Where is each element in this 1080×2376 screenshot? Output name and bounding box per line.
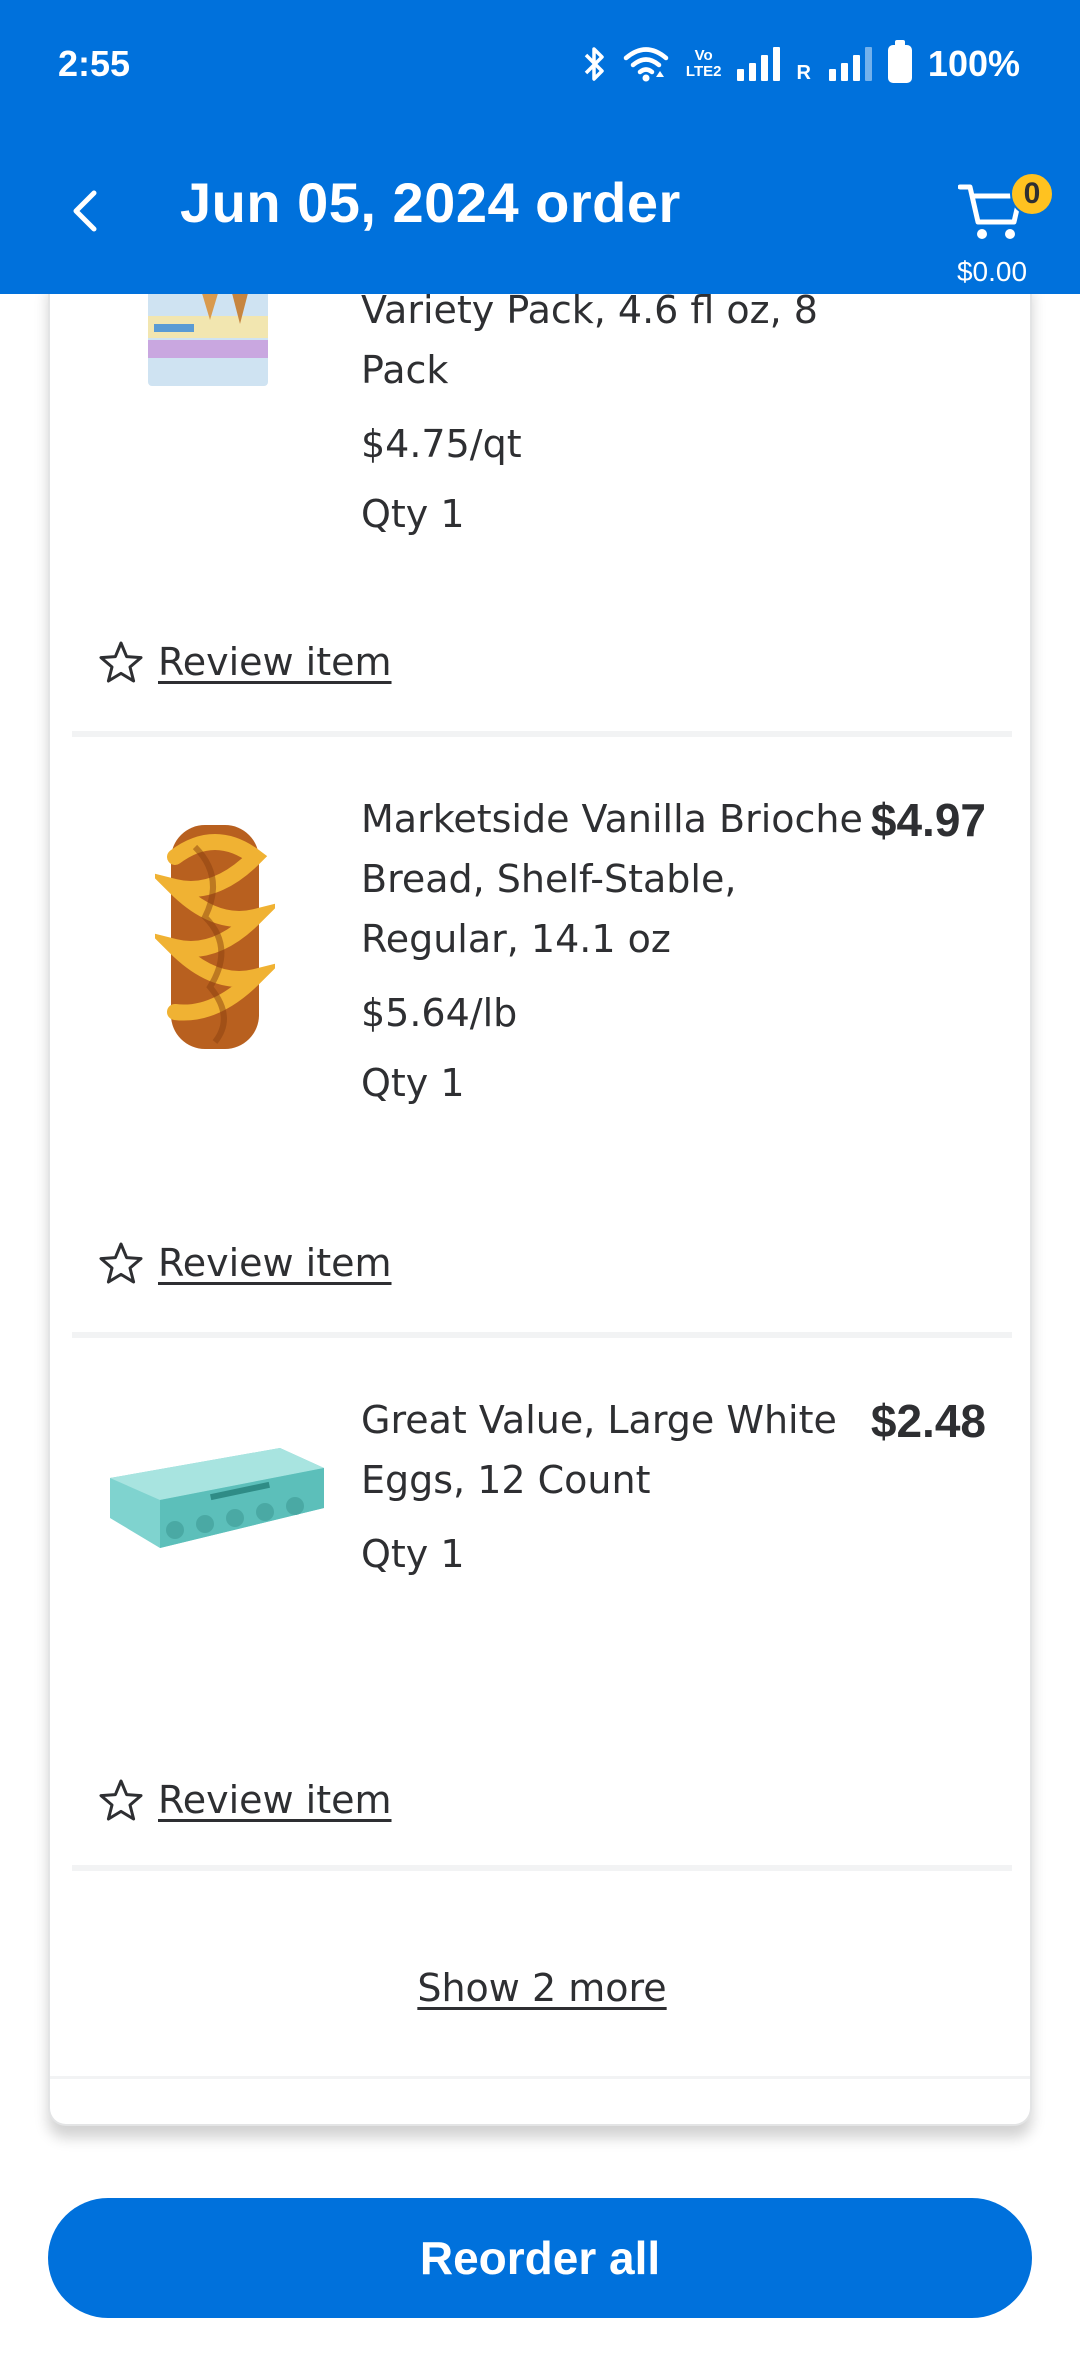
item-divider: [72, 1865, 1012, 1871]
review-item-link[interactable]: Review item: [98, 640, 392, 684]
star-icon: [99, 641, 143, 683]
cart-total: $0.00: [956, 256, 1028, 287]
item-qty: Qty 1: [361, 1061, 465, 1105]
volte-indicator: Vo LTE2: [686, 48, 722, 80]
star-icon: [99, 1779, 143, 1821]
item-name: Marketside Vanilla Brioche Bread, Shelf-…: [361, 797, 863, 961]
status-bar: 2:55 Vo LTE2 R 100%: [0, 0, 1080, 128]
page-title: Jun 05, 2024 order: [180, 171, 681, 234]
volte-bottom: LTE2: [685, 63, 722, 80]
cart-count-badge: 0: [1010, 172, 1054, 216]
item-price: $2.48: [870, 1395, 986, 1447]
product-image-eggs: [100, 1438, 330, 1558]
list-item: Variety Pack, 4.6 fl oz, 8 Pack $4.75/qt…: [50, 280, 1030, 730]
battery-percent: 100%: [927, 43, 1020, 84]
review-item-label: Review item: [158, 1241, 392, 1285]
roaming-indicator: R: [796, 62, 811, 84]
product-image-ice-cream: [140, 280, 290, 410]
bluetooth-icon: [582, 45, 606, 83]
item-name: Variety Pack, 4.6 fl oz, 8 Pack: [361, 288, 818, 392]
item-qty: Qty 1: [361, 492, 465, 536]
chevron-left-icon: [73, 190, 97, 232]
item-name: Great Value, Large White Eggs, 12 Count: [361, 1398, 837, 1502]
item-unit-price: $5.64/lb: [361, 991, 518, 1035]
product-image-brioche: [150, 817, 280, 1057]
item-qty: Qty 1: [361, 1532, 465, 1576]
battery-icon: [887, 40, 912, 83]
review-item-label: Review item: [158, 640, 392, 684]
show-more-link[interactable]: Show 2 more: [50, 1966, 1030, 2010]
signal-strength-icon: [737, 47, 781, 81]
volte-top: Vo: [694, 47, 713, 64]
back-button[interactable]: [60, 168, 110, 254]
reorder-all-button[interactable]: Reorder all: [48, 2198, 1032, 2318]
review-item-label: Review item: [158, 1778, 392, 1822]
review-item-link[interactable]: Review item: [98, 1778, 392, 1822]
review-item-link[interactable]: Review item: [98, 1241, 392, 1285]
cart-button[interactable]: 0 $0.00: [940, 148, 1054, 288]
status-time: 2:55: [58, 43, 131, 84]
star-icon: [99, 1242, 143, 1284]
list-item: Great Value, Large White Eggs, 12 Count …: [50, 1338, 1030, 1858]
status-icons: Vo LTE2 R 100%: [582, 40, 1020, 85]
app-header: Jun 05, 2024 order 0 $0.00: [0, 128, 1080, 294]
wifi-icon: [622, 45, 670, 83]
item-unit-price: $4.75/qt: [361, 422, 522, 466]
item-price: $4.97: [870, 794, 986, 846]
list-item: Marketside Vanilla Brioche Bread, Shelf-…: [50, 737, 1030, 1331]
card-divider: [50, 2076, 1030, 2079]
order-items-card: Variety Pack, 4.6 fl oz, 8 Pack $4.75/qt…: [48, 280, 1032, 2126]
signal-strength-icon-2: [828, 47, 872, 81]
